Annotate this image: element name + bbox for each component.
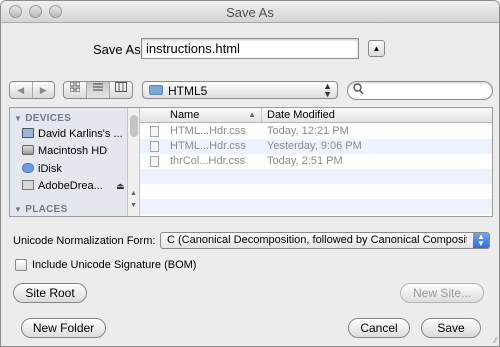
sort-ascending-icon: ▲: [248, 110, 256, 119]
drive-icon: [22, 180, 34, 190]
chevron-updown-icon: ▲ ▼: [323, 81, 332, 99]
scroll-thumb[interactable]: [130, 115, 138, 137]
file-list: Name ▲ Date Modified HTML...Hdr.css Toda…: [140, 108, 492, 216]
hard-drive-icon: [22, 145, 34, 155]
file-row[interactable]: thrCol...Hdr.css Today, 2:51 PM: [140, 154, 492, 169]
file-date: Today, 12:21 PM: [267, 125, 349, 137]
sidebar-item-label: AdobeDrea...: [38, 180, 103, 192]
title-bar: Save As: [1, 1, 499, 23]
file-browser: ▼ DEVICES David Karlins's ... Macintosh H…: [9, 107, 493, 217]
idisk-icon: [22, 163, 34, 173]
bom-label: Include Unicode Signature (BOM): [32, 259, 197, 271]
sidebar-item-label: iDisk: [38, 163, 62, 175]
view-mode-buttons: [63, 81, 133, 99]
save-button[interactable]: Save: [421, 318, 481, 338]
scroll-down-icon[interactable]: ▼: [130, 202, 137, 209]
file-name: thrCol...Hdr.css: [170, 155, 246, 167]
new-site-button[interactable]: New Site...: [400, 283, 484, 303]
new-folder-button[interactable]: New Folder: [21, 318, 106, 338]
icon-view-icon[interactable]: [64, 81, 86, 98]
laptop-icon: [22, 128, 34, 138]
filename-input[interactable]: instructions.html: [141, 38, 359, 59]
disclosure-triangle-icon: ▼: [14, 114, 23, 123]
back-icon[interactable]: ◀: [10, 82, 32, 98]
search-input[interactable]: [368, 84, 486, 96]
column-view-icon[interactable]: [109, 82, 132, 98]
folder-icon: [149, 85, 163, 95]
css-file-icon: [150, 156, 159, 167]
chevron-updown-icon: ▲ ▼: [473, 233, 489, 248]
search-icon: [353, 83, 364, 98]
empty-row: [140, 169, 492, 184]
sidebar-item-label: Macintosh HD: [38, 145, 108, 157]
folder-location-popup[interactable]: HTML5 ▲ ▼: [142, 81, 338, 99]
expand-dialog-button[interactable]: ▲: [368, 40, 385, 57]
forward-icon[interactable]: ▶: [31, 82, 55, 98]
file-name: HTML...Hdr.css: [170, 125, 246, 137]
sidebar-item-adobedreamweaver[interactable]: AdobeDrea...: [22, 180, 103, 196]
sidebar-item-computer[interactable]: David Karlins's ...: [22, 128, 123, 144]
sidebar-scrollbar[interactable]: ▲ ▼: [127, 108, 140, 216]
current-folder-name: HTML5: [168, 84, 208, 98]
file-row[interactable]: HTML...Hdr.css Yesterday, 9:06 PM: [140, 139, 492, 154]
sidebar-item-label: David Karlins's ...: [38, 128, 123, 140]
css-file-icon: [150, 126, 159, 137]
bom-checkbox[interactable]: [15, 259, 27, 271]
file-date: Yesterday, 9:06 PM: [267, 140, 362, 152]
resize-grip-icon[interactable]: ⁄⁄: [494, 336, 497, 345]
sidebar-item-idisk[interactable]: iDisk: [22, 163, 62, 179]
column-header-name[interactable]: Name ▲: [140, 108, 262, 122]
sidebar-section-devices[interactable]: ▼ DEVICES: [14, 113, 71, 124]
save-as-label: Save As:: [93, 42, 145, 57]
file-date: Today, 2:51 PM: [267, 155, 343, 167]
normalization-popup[interactable]: C (Canonical Decomposition, followed by …: [160, 232, 490, 249]
css-file-icon: [150, 141, 159, 152]
column-label: Name: [170, 109, 200, 121]
section-label: DEVICES: [25, 113, 72, 124]
window-title: Save As: [226, 5, 274, 20]
empty-row: [140, 199, 492, 214]
back-forward-buttons: ◀ ▶: [9, 81, 55, 99]
sidebar-item-macintosh-hd[interactable]: Macintosh HD: [22, 145, 107, 161]
normalization-value: C (Canonical Decomposition, followed by …: [167, 234, 467, 246]
search-field: [347, 81, 493, 100]
list-view-icon[interactable]: [86, 82, 109, 98]
scroll-up-icon[interactable]: ▲: [130, 190, 137, 197]
sidebar: ▼ DEVICES David Karlins's ... Macintosh H…: [10, 108, 127, 216]
normalization-label: Unicode Normalization Form:: [13, 235, 156, 247]
sidebar-section-places[interactable]: ▼ PLACES: [14, 204, 68, 215]
file-name: HTML...Hdr.css: [170, 140, 246, 152]
disclosure-triangle-icon: ▼: [14, 205, 23, 214]
file-list-header: Name ▲ Date Modified: [140, 108, 492, 123]
save-as-dialog: Save As Save As: instructions.html ▲ ◀ ▶…: [0, 0, 500, 347]
site-root-button[interactable]: Site Root: [13, 283, 87, 303]
section-label: PLACES: [25, 204, 68, 215]
cancel-button[interactable]: Cancel: [348, 318, 410, 338]
file-row[interactable]: HTML...Hdr.css Today, 12:21 PM: [140, 124, 492, 139]
eject-icon[interactable]: ⏏: [116, 181, 125, 192]
column-header-date[interactable]: Date Modified: [264, 108, 335, 122]
